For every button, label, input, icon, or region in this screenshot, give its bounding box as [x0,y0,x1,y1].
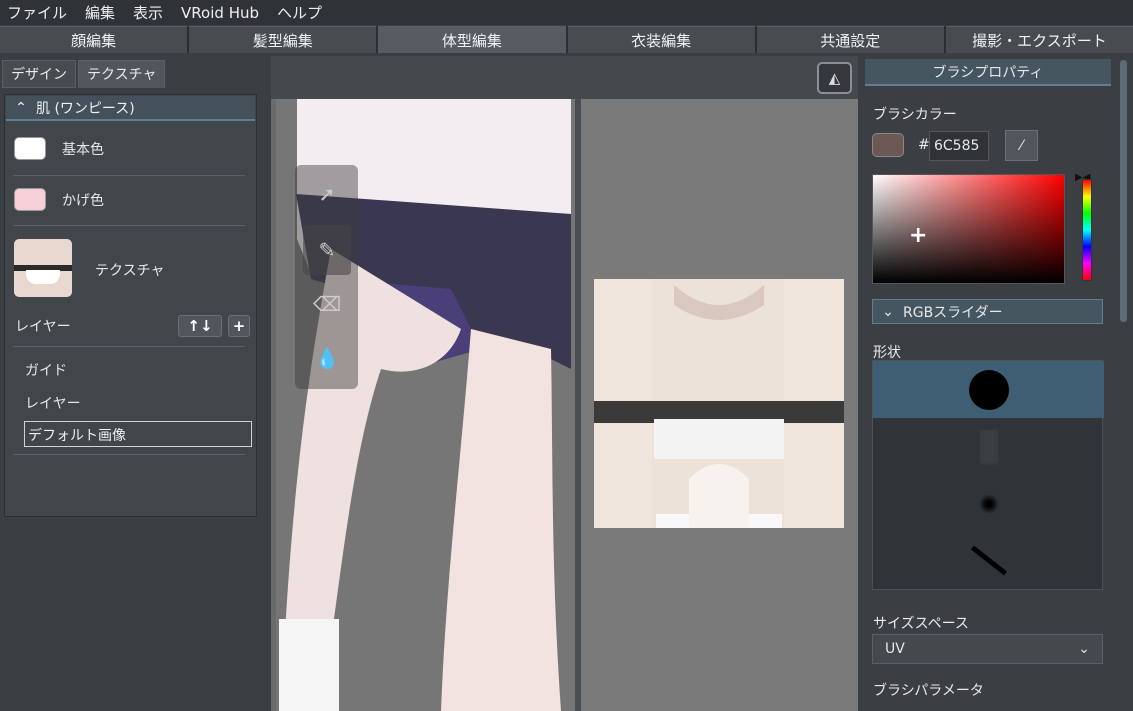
chevron-down-icon: ⌄ [882,303,894,320]
brush-properties-header: ブラシプロパティ [865,59,1111,86]
right-panel: ブラシプロパティ ブラシカラー # 6C585 ⁄ + ▶◀ ⌄ RGBスライダ… [864,56,1133,711]
eraser-icon[interactable]: ⌫ [303,279,351,329]
picker-crosshair-icon[interactable]: + [909,225,927,247]
model-preview[interactable]: ➚ ✎ ⌫ 💧 [271,99,575,711]
tab-body[interactable]: 体型編集 [378,26,566,53]
hex-input[interactable]: 6C585 [929,131,989,161]
divider [13,454,245,455]
size-space-value: UV [885,641,905,657]
add-layer-button[interactable]: + [228,315,250,337]
tab-hair[interactable]: 髪型編集 [189,26,377,53]
layer-item-default-image[interactable]: デフォルト画像 [24,421,252,447]
subtab-texture[interactable]: テクスチャ [78,60,166,88]
layer-item-guide[interactable]: ガイド [25,360,67,380]
skin-section: ⌃ 肌 (ワンピース) 基本色 かげ色 テクスチャ レイヤー ↑ ↓ + ガイド … [4,94,257,517]
brush-shape-list [872,360,1104,590]
divider [13,225,245,226]
texture-thumbnail[interactable] [14,239,72,297]
rgb-slider-label: RGBスライダー [903,304,1003,321]
layer-item-layer[interactable]: レイヤー [25,393,81,413]
tab-outfit[interactable]: 衣装編集 [567,26,755,53]
plus-icon: + [232,317,246,335]
size-space-label: サイズスペース [873,616,969,632]
eyedropper-button[interactable]: ⁄ [1005,130,1038,161]
arrow-down-icon[interactable]: ↓ [200,317,213,335]
hue-slider[interactable] [1082,179,1092,281]
pencil-icon[interactable]: ✎ [303,225,351,275]
menu-bar: ファイル 編集 表示 VRoid Hub ヘルプ [0,0,1133,25]
rgb-slider-toggle[interactable]: ⌄ RGBスライダー [872,299,1103,324]
menu-edit[interactable]: 編集 [76,2,124,23]
uv-texture-pane[interactable] [581,99,858,711]
brush-color-swatch[interactable] [872,133,904,157]
paint-toolbar: ➚ ✎ ⌫ 💧 [295,165,358,389]
arrow-up-icon[interactable]: ↑ [187,317,200,335]
main-tabs: 顔編集 髪型編集 体型編集 衣装編集 共通設定 撮影・エクスポート [0,26,1133,53]
brush-shape-soft[interactable] [873,475,1104,532]
menu-vroid-hub[interactable]: VRoid Hub [172,4,268,22]
shape-label: 形状 [873,345,901,361]
hex-hash: # [918,137,930,153]
menu-view[interactable]: 表示 [124,2,172,23]
layer-toolbar: レイヤー ↑ ↓ + [15,315,250,337]
color-picker-field[interactable]: + [872,174,1065,284]
move-layer-buttons[interactable]: ↑ ↓ [178,315,222,337]
menu-file[interactable]: ファイル [0,2,76,23]
left-panel: デザイン テクスチャ ⌃ 肌 (ワンピース) 基本色 かげ色 テクスチャ レイヤ… [0,56,265,711]
divider [13,175,245,176]
divider [13,346,245,347]
shade-color-label: かげ色 [62,192,104,209]
section-header[interactable]: ⌃ 肌 (ワンピース) [6,96,255,121]
uv-texture [594,279,844,528]
shade-color-swatch[interactable] [14,188,46,211]
brush-shape-round-hard[interactable] [873,361,1104,418]
tab-face[interactable]: 顔編集 [0,26,188,53]
base-color-swatch[interactable] [14,137,46,160]
texture-label: テクスチャ [95,263,165,279]
chevron-up-icon: ⌃ [15,99,27,116]
brush-shape-line[interactable] [873,532,1104,589]
menu-help[interactable]: ヘルプ [268,2,331,23]
mirror-icon: ◭ [828,69,841,87]
layer-label: レイヤー [15,319,71,335]
shade-color-row[interactable]: かげ色 [14,188,278,211]
tab-common[interactable]: 共通設定 [756,26,944,53]
section-title: 肌 (ワンピース) [36,100,135,117]
eyedropper-icon: ⁄ [1020,137,1023,154]
right-panel-scrollbar[interactable] [1120,60,1127,322]
subtabs: デザイン テクスチャ [2,60,167,88]
editor-viewport: ◭ ➚ ✎ ⌫ 💧 [271,56,858,711]
base-color-row[interactable]: 基本色 [14,137,278,160]
brush-params-label: ブラシパラメータ [873,683,984,699]
mirror-button[interactable]: ◭ [817,62,852,94]
fill-drop-icon[interactable]: 💧 [303,333,351,383]
chevron-down-icon: ⌄ [1078,641,1090,657]
subtab-design[interactable]: デザイン [2,60,76,88]
cursor-icon[interactable]: ➚ [303,169,351,219]
size-space-select[interactable]: UV ⌄ [872,634,1103,664]
brush-shape-texture[interactable] [873,418,1104,475]
brush-color-label: ブラシカラー [873,107,957,123]
tab-export[interactable]: 撮影・エクスポート [945,26,1133,53]
base-color-label: 基本色 [62,141,104,158]
